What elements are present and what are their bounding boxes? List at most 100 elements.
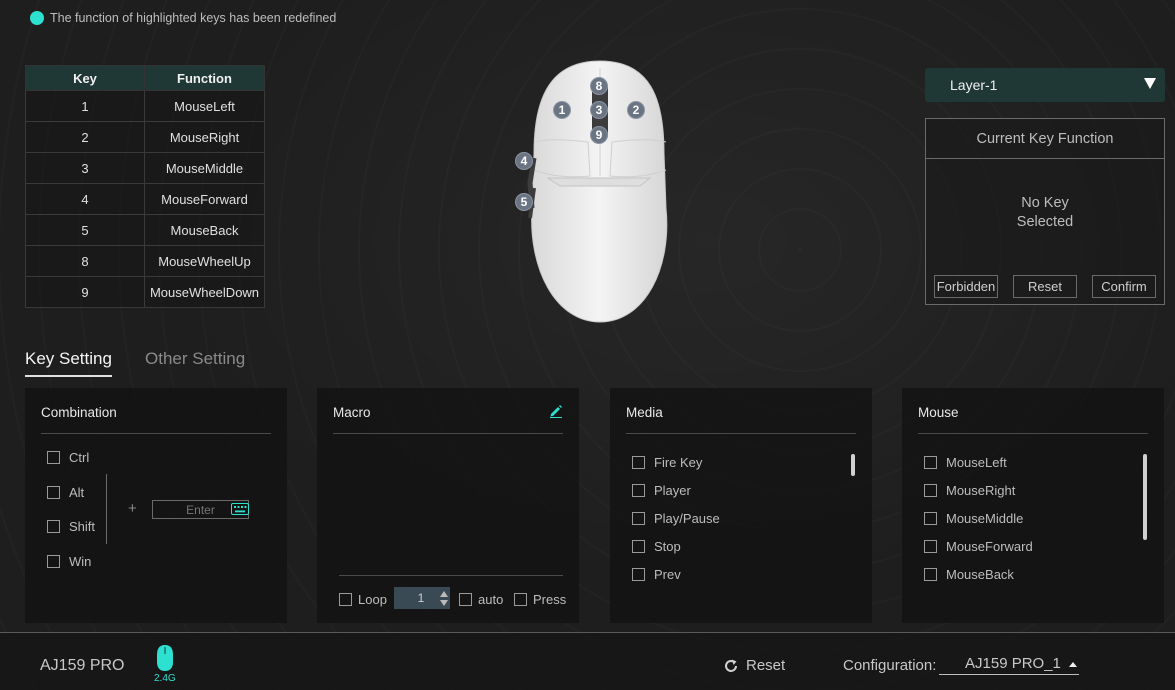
macro-panel: Macro Loop 1 auto Press [317,388,579,623]
checkbox-box[interactable] [514,593,527,606]
checkbox-shift[interactable]: Shift [47,519,95,534]
table-row[interactable]: 5 MouseBack [25,214,265,246]
checkbox-label: MouseLeft [946,455,1007,470]
checkbox-alt[interactable]: Alt [47,485,84,500]
layer-dropdown[interactable]: Layer-1 [925,68,1165,102]
mouse-item[interactable]: MouseBack [924,567,1014,582]
key-cell: 5 [25,214,145,246]
key-badge-5[interactable]: 5 [515,193,533,211]
media-item[interactable]: Stop [632,539,681,554]
macro-list-divider [339,575,563,576]
status-line-1: No Key [1021,195,1069,211]
media-scrollbar[interactable] [851,454,855,476]
checkbox-box[interactable] [47,451,60,464]
function-cell: MouseLeft [144,90,265,122]
checkbox-box[interactable] [632,456,645,469]
macro-title: Macro [333,405,371,420]
reset-key-button[interactable]: Reset [1013,275,1077,298]
mouse-item[interactable]: MouseLeft [924,455,1007,470]
function-cell: MouseWheelUp [144,245,265,277]
mouse-item[interactable]: MouseRight [924,483,1015,498]
checkbox-box[interactable] [924,484,937,497]
configuration-dropdown[interactable]: AJ159 PRO_1 [939,655,1079,675]
loop-count-value: 1 [417,591,425,605]
refresh-icon [725,659,737,672]
checkbox-press[interactable]: Press [514,592,566,607]
checkbox-box[interactable] [924,540,937,553]
panel-divider [626,433,856,434]
checkbox-box[interactable] [632,568,645,581]
mouse-title: Mouse [918,405,959,420]
keyboard-icon[interactable] [231,503,249,515]
checkbox-box[interactable] [47,486,60,499]
redefined-keys-notice: The function of highlighted keys has bee… [30,11,336,25]
table-row[interactable]: 4 MouseForward [25,183,265,215]
checkbox-win[interactable]: Win [47,554,91,569]
function-cell: MouseMiddle [144,152,265,184]
checkbox-ctrl[interactable]: Ctrl [47,450,89,465]
checkbox-box[interactable] [459,593,472,606]
checkbox-box[interactable] [632,512,645,525]
key-badge-9[interactable]: 9 [590,126,608,144]
confirm-button[interactable]: Confirm [1092,275,1156,298]
increment-icon[interactable] [440,590,448,597]
table-row[interactable]: 9 MouseWheelDown [25,276,265,308]
pencil-edit-icon[interactable] [549,404,563,418]
tab-key-setting[interactable]: Key Setting [25,349,112,369]
key-badge-3[interactable]: 3 [590,101,608,119]
configuration-value: AJ159 PRO_1 [965,655,1061,672]
checkbox-label: Loop [358,592,387,607]
checkbox-label: Play/Pause [654,511,720,526]
reset-label: Reset [746,657,786,674]
table-row[interactable]: 2 MouseRight [25,121,265,153]
active-tab-indicator [25,375,112,377]
checkbox-box[interactable] [632,540,645,553]
key-badge-2[interactable]: 2 [627,101,645,119]
media-item[interactable]: Prev [632,567,681,582]
media-item[interactable]: Fire Key [632,455,702,470]
checkbox-box[interactable] [339,593,352,606]
key-cell: 9 [25,276,145,308]
checkbox-box[interactable] [47,520,60,533]
loop-count-stepper[interactable]: 1 [394,587,450,609]
device-name: AJ159 PRO [40,657,125,674]
forbidden-button[interactable]: Forbidden [934,275,998,298]
checkbox-box[interactable] [924,568,937,581]
layer-selected-value: Layer-1 [950,77,998,93]
checkbox-box[interactable] [924,512,937,525]
table-row[interactable]: 3 MouseMiddle [25,152,265,184]
current-key-function-title: Current Key Function [926,119,1164,159]
checkbox-loop[interactable]: Loop [339,592,387,607]
reset-button[interactable]: Reset [724,657,785,674]
checkbox-label: Alt [69,485,85,500]
mouse-item[interactable]: MouseMiddle [924,511,1023,526]
status-line-2: Selected [1016,214,1074,230]
key-badge-1[interactable]: 1 [553,101,571,119]
key-badge-4[interactable]: 4 [515,152,533,170]
checkbox-auto[interactable]: auto [459,592,503,607]
media-item[interactable]: Player [632,483,691,498]
table-row[interactable]: 1 MouseLeft [25,90,265,122]
key-cell: 8 [25,245,145,277]
media-title: Media [626,405,663,420]
function-cell: MouseForward [144,183,265,215]
checkbox-box[interactable] [632,484,645,497]
checkbox-label: MouseRight [946,483,1016,498]
checkbox-label: MouseBack [946,567,1014,582]
tab-other-setting[interactable]: Other Setting [145,349,245,369]
checkbox-label: Prev [654,567,681,582]
key-cell: 3 [25,152,145,184]
checkbox-label: auto [478,592,504,607]
media-item[interactable]: Play/Pause [632,511,720,526]
checkbox-box[interactable] [924,456,937,469]
decrement-icon[interactable] [440,599,448,606]
mouse-body-image [527,60,668,323]
key-badge-8[interactable]: 8 [590,77,608,95]
checkbox-label: Stop [654,539,681,554]
checkbox-box[interactable] [47,555,60,568]
mouse-item[interactable]: MouseForward [924,539,1033,554]
mouse-device-icon [157,645,173,671]
table-row[interactable]: 8 MouseWheelUp [25,245,265,277]
column-header-key: Key [25,65,145,91]
mouse-scrollbar[interactable] [1143,454,1147,540]
